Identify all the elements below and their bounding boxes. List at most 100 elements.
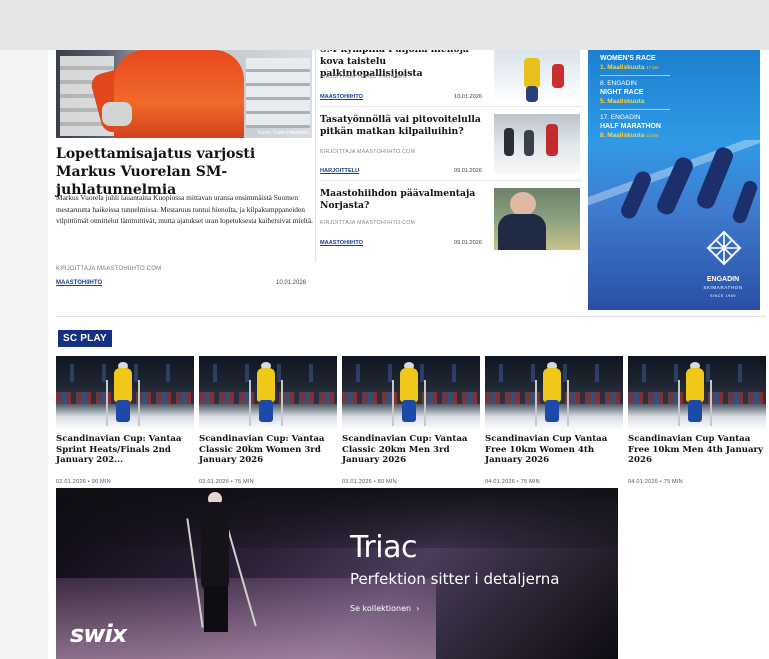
- swix-logo: swix: [70, 620, 127, 648]
- ad-brand-sub: SKIMARATHON: [703, 285, 743, 290]
- article-date: 10.01.2026: [454, 94, 482, 100]
- video-meta: 03.01.2026 • 80 MIN: [342, 479, 397, 485]
- skier-legs: [259, 400, 273, 422]
- ad-brand-since: SINCE 1969: [710, 294, 736, 298]
- ad-date: 8. Maaliskuuta: [600, 132, 645, 139]
- article-category-link[interactable]: MAASTOHIIHTO: [320, 240, 363, 246]
- skier-glove: [102, 102, 132, 126]
- skier-legs: [526, 86, 538, 102]
- article-thumbnail[interactable]: [494, 114, 580, 174]
- skier-figure: [524, 58, 540, 88]
- video-title[interactable]: Scandinavian Cup: Vantaa Sprint Heats/Fi…: [56, 434, 192, 466]
- person-head: [510, 192, 536, 216]
- ski-pole: [392, 380, 394, 426]
- ad-line: WOMEN'S RACE: [600, 55, 656, 62]
- article-title[interactable]: Maastohiihdon päävalmentaja Norjasta?: [320, 188, 488, 212]
- engadin-ad[interactable]: WOMEN'S RACE 1. Maaliskuuta 17 km 8. ENG…: [588, 50, 760, 310]
- ski-pole: [249, 380, 251, 426]
- video-title[interactable]: Scandinavian Cup: Vantaa Classic 20km Me…: [342, 434, 478, 466]
- video-thumbnail[interactable]: [628, 356, 766, 430]
- section-divider: [56, 316, 766, 317]
- feature-date: 10.01.2026: [276, 280, 307, 286]
- skier-legs: [402, 400, 416, 422]
- section-label-sc-play[interactable]: SC PLAY: [58, 330, 112, 347]
- skier-figure: [552, 64, 564, 88]
- video-title[interactable]: Scandinavian Cup: Vantaa Classic 20km Wo…: [199, 434, 335, 466]
- video-thumbnail[interactable]: [342, 356, 480, 430]
- video-title[interactable]: Scandinavian Cup Vantaa Free 10km Women …: [485, 434, 621, 466]
- video-carousel: Scandinavian Cup: Vantaa Sprint Heats/Fi…: [56, 356, 769, 496]
- article-author: KIRJOITTAJA TEEMU VIRTANEN: [320, 74, 407, 80]
- swix-banner-ad[interactable]: Triac Perfektion sitter i detaljerna Se …: [56, 488, 618, 659]
- article-date: 09.01.2026: [454, 168, 482, 174]
- video-meta: 04.01.2026 • 75 MIN: [485, 479, 540, 485]
- ad-date: 1. Maaliskuuta: [600, 64, 645, 71]
- banner-title: Triac: [350, 530, 417, 565]
- ski-pole: [535, 380, 537, 426]
- video-thumbnail[interactable]: [485, 356, 623, 430]
- ski-pole: [106, 380, 108, 426]
- article-author: KIRJOITTAJA MAASTOHIIHTO.COM: [320, 220, 416, 226]
- ski-pole: [281, 380, 283, 426]
- ad-line: NIGHT RACE: [600, 89, 644, 96]
- feature-author: KIRJOITTAJA MAASTOHIIHTO.COM: [56, 266, 162, 272]
- article-author: KIRJOITTAJA MAASTOHIIHTO.COM: [320, 149, 416, 155]
- article-category-link[interactable]: MAASTOHIIHTO: [320, 94, 363, 100]
- ad-line: 17. ENGADIN: [600, 114, 641, 121]
- image-credit: Kuva: Touko Hakkinen: [258, 130, 308, 136]
- video-title[interactable]: Scandinavian Cup Vantaa Free 10km Men 4t…: [628, 434, 764, 466]
- skier-figure: [504, 128, 514, 156]
- feature-title[interactable]: Lopettamisajatus varjosti Markus Vuorela…: [56, 145, 316, 199]
- banner-link[interactable]: Se kollektionen ›: [350, 604, 419, 613]
- divider: [320, 106, 582, 107]
- video-meta: 04.01.2026 • 75 MIN: [628, 479, 683, 485]
- skier-legs: [116, 400, 130, 422]
- forest-background: [56, 488, 618, 548]
- engadin-logo-icon: [706, 230, 742, 266]
- ad-line: HALF MARATHON: [600, 123, 661, 130]
- article-thumbnail[interactable]: [494, 188, 580, 250]
- news-page: Kuva: Touko Hakkinen Lopettamisajatus va…: [48, 50, 769, 659]
- ad-line: 1. Maaliskuuta 17 km: [600, 63, 670, 72]
- feature-image[interactable]: Kuva: Touko Hakkinen: [56, 50, 312, 138]
- video-meta: 03.01.2026 • 75 MIN: [199, 479, 254, 485]
- divider: [600, 109, 670, 110]
- ski-pole: [567, 380, 569, 426]
- ski-pole: [424, 380, 426, 426]
- skier-jacket: [114, 50, 244, 138]
- skier-legs: [688, 400, 702, 422]
- skier-figure: [524, 130, 534, 156]
- divider: [320, 180, 582, 181]
- feature-excerpt: Markus Vuorela juhli lauantaina Kuopioss…: [56, 193, 313, 225]
- skier-legs: [545, 400, 559, 422]
- banner-link-label[interactable]: Se kollektionen: [350, 604, 411, 613]
- article-title[interactable]: Tasatyönnöllä vai pitovoitelulla pitkän …: [320, 114, 488, 138]
- article-category-link[interactable]: HARJOITTELU: [320, 168, 359, 174]
- browser-top-area: [0, 0, 769, 50]
- chevron-right-icon: ›: [413, 604, 420, 613]
- feature-category-link[interactable]: MAASTOHIIHTO: [56, 280, 102, 286]
- skier-bib: [114, 368, 132, 402]
- person-body: [498, 214, 546, 250]
- banner-subtitle: Perfektion sitter i detaljerna: [350, 570, 560, 588]
- skier-figure: [546, 124, 558, 156]
- article-thumbnail[interactable]: [494, 50, 580, 102]
- ski-pole: [678, 380, 680, 426]
- ad-line: 5. Maaliskuuta: [600, 98, 645, 105]
- ad-text: WOMEN'S RACE 1. Maaliskuuta 17 km 8. ENG…: [600, 54, 670, 140]
- ad-line: 8. Maaliskuuta 21 km: [600, 131, 670, 140]
- video-thumbnail[interactable]: [199, 356, 337, 430]
- video-thumbnail[interactable]: [56, 356, 194, 430]
- column-divider: [315, 50, 316, 262]
- ad-distance: 21 km: [646, 133, 659, 138]
- ad-brand-name: ENGADIN: [706, 276, 740, 283]
- skier-bib: [686, 368, 704, 402]
- ad-brand: ENGADIN SKIMARATHON SINCE 1969: [688, 276, 758, 300]
- ski-pole: [138, 380, 140, 426]
- video-meta: 02.01.2026 • 90 MIN: [56, 479, 111, 485]
- skier-legs: [204, 586, 228, 632]
- skier-bib: [543, 368, 561, 402]
- skier-body: [201, 502, 229, 592]
- sponsor-board-right: [246, 58, 310, 128]
- ad-distance: 17 km: [646, 65, 659, 70]
